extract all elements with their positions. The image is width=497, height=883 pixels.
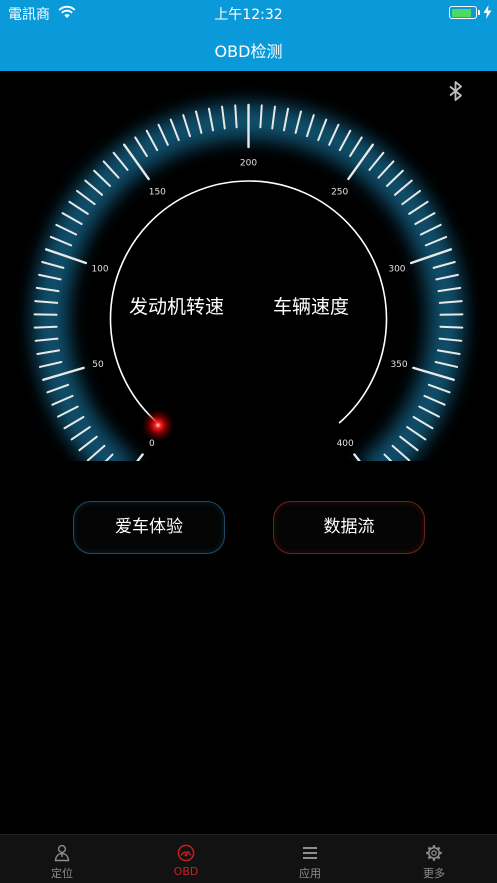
vehicle-speed-label: 车辆速度 xyxy=(273,296,350,318)
gauge-minor-tick xyxy=(439,325,464,329)
gauge-minor-tick xyxy=(234,104,238,129)
tab-obd[interactable]: OBD xyxy=(124,835,248,883)
tab-bar: 定位 OBD 应用 更多 xyxy=(0,834,497,883)
tab-obd-label: OBD xyxy=(173,865,199,878)
charging-bolt-icon xyxy=(483,5,492,19)
tab-location-label: 定位 xyxy=(51,867,73,880)
gauge-minor-tick xyxy=(33,325,58,329)
gauge-minor-tick xyxy=(259,104,263,129)
gauge-tick-label: 150 xyxy=(149,188,166,198)
data-flow-button[interactable]: 数据流 xyxy=(273,501,425,554)
obd-gauge-icon xyxy=(177,844,195,862)
nav-bar: OBD检测 xyxy=(0,26,497,71)
gauge-tick-label: 0 xyxy=(149,439,155,449)
gear-icon xyxy=(426,845,442,861)
gauge-tick-label: 200 xyxy=(240,159,257,169)
gauge-tick-label: 250 xyxy=(331,188,348,198)
tab-apps[interactable]: 应用 xyxy=(248,835,372,883)
tab-more-label: 更多 xyxy=(423,867,445,880)
location-person-icon xyxy=(54,844,70,862)
tab-apps-label: 应用 xyxy=(299,867,321,880)
engine-rpm-label: 发动机转速 xyxy=(129,296,225,318)
list-icon xyxy=(303,847,317,859)
tab-location[interactable]: 定位 xyxy=(0,835,124,883)
gauge-indicator-dot xyxy=(141,409,174,442)
battery-cap xyxy=(478,10,480,15)
gauge-tick-label: 350 xyxy=(390,360,407,370)
gauge-glow-arc xyxy=(32,103,465,461)
status-bar: 電訊商 上午12:32 xyxy=(0,0,497,26)
car-experience-button[interactable]: 爱车体验 xyxy=(73,501,225,554)
speed-gauge: 0 50 100 150 200 250 300 350 400 xyxy=(32,103,465,461)
page-title: OBD检测 xyxy=(214,42,283,61)
battery-icon xyxy=(449,6,477,19)
tab-more[interactable]: 更多 xyxy=(372,835,496,883)
gauge-tick-label: 400 xyxy=(337,439,354,449)
gauge-tick-label: 100 xyxy=(91,264,108,274)
gauge-tick-label: 300 xyxy=(388,264,405,274)
status-time: 上午12:32 xyxy=(214,7,283,23)
gauge-tick-label: 50 xyxy=(92,360,104,370)
